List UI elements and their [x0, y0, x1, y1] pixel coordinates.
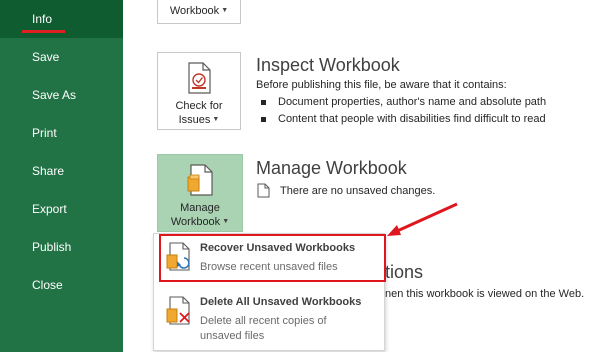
unsaved-status-text: There are no unsaved changes. [280, 185, 436, 197]
workbook-button-label: Workbook ▼ [169, 4, 229, 17]
delete-desc-line2: unsaved files [200, 330, 265, 342]
inspect-intro-text: Before publishing this file, be aware th… [256, 79, 507, 91]
backstage-sidebar: Info Save Save As Print Share Export Pub… [0, 0, 123, 352]
sidebar-item-label: Print [32, 126, 57, 140]
sidebar-item-share[interactable]: Share [0, 152, 123, 190]
sidebar-item-label: Share [32, 164, 65, 178]
manage-workbook-label-1: Manage [180, 202, 220, 214]
manage-workbook-button[interactable]: Manage Workbook ▼ [157, 154, 243, 232]
check-for-issues-button[interactable]: Check for Issues ▼ [157, 52, 241, 130]
sidebar-item-print[interactable]: Print [0, 114, 123, 152]
manage-document-icon [187, 164, 213, 196]
caret-down-icon: ▼ [221, 7, 229, 15]
inspect-workbook-title: Inspect Workbook [256, 55, 400, 75]
manage-workbook-label-2: Workbook ▼ [170, 216, 230, 228]
sidebar-item-label: Publish [32, 240, 72, 254]
sidebar-item-save[interactable]: Save [0, 38, 123, 76]
bullet-icon [261, 116, 266, 122]
delete-unsaved-workbooks-item[interactable]: Delete All Unsaved Workbooks Delete all … [154, 290, 384, 350]
check-for-issues-label-2: Issues ▼ [178, 114, 220, 126]
delete-title: Delete All Unsaved Workbooks [200, 296, 362, 308]
sidebar-item-label: Export [32, 202, 67, 216]
annotation-arrow-icon [387, 202, 458, 236]
workbook-button[interactable]: Workbook ▼ [157, 0, 241, 24]
active-underline [22, 30, 65, 33]
sidebar-item-label: Info [32, 12, 53, 26]
caret-down-icon: ▼ [222, 218, 230, 226]
sidebar-item-publish[interactable]: Publish [0, 228, 123, 266]
delete-desc-line1: Delete all recent copies of [200, 315, 327, 327]
sidebar-item-label: Save As [32, 88, 77, 102]
inspect-bullet-2: Content that people with disabilities fi… [261, 113, 546, 125]
check-for-issues-label-1: Check for [175, 100, 223, 112]
partial-section-title: tions [385, 262, 424, 282]
sidebar-item-label: Save [32, 50, 60, 64]
bullet-icon [261, 99, 266, 105]
manage-workbook-title: Manage Workbook [256, 158, 407, 178]
inspect-bullet-1: Document properties, author's name and a… [261, 96, 546, 108]
delete-document-icon [166, 296, 190, 325]
sidebar-item-close[interactable]: Close [0, 266, 123, 304]
caret-down-icon: ▼ [212, 116, 220, 124]
document-icon [257, 183, 270, 198]
sidebar-item-export[interactable]: Export [0, 190, 123, 228]
sidebar-item-save-as[interactable]: Save As [0, 76, 123, 114]
partial-section-text: nen this workbook is viewed on the Web. [385, 288, 585, 300]
annotation-highlight-box [159, 234, 386, 282]
sidebar-item-label: Close [32, 278, 63, 292]
inspect-document-icon [188, 62, 211, 94]
